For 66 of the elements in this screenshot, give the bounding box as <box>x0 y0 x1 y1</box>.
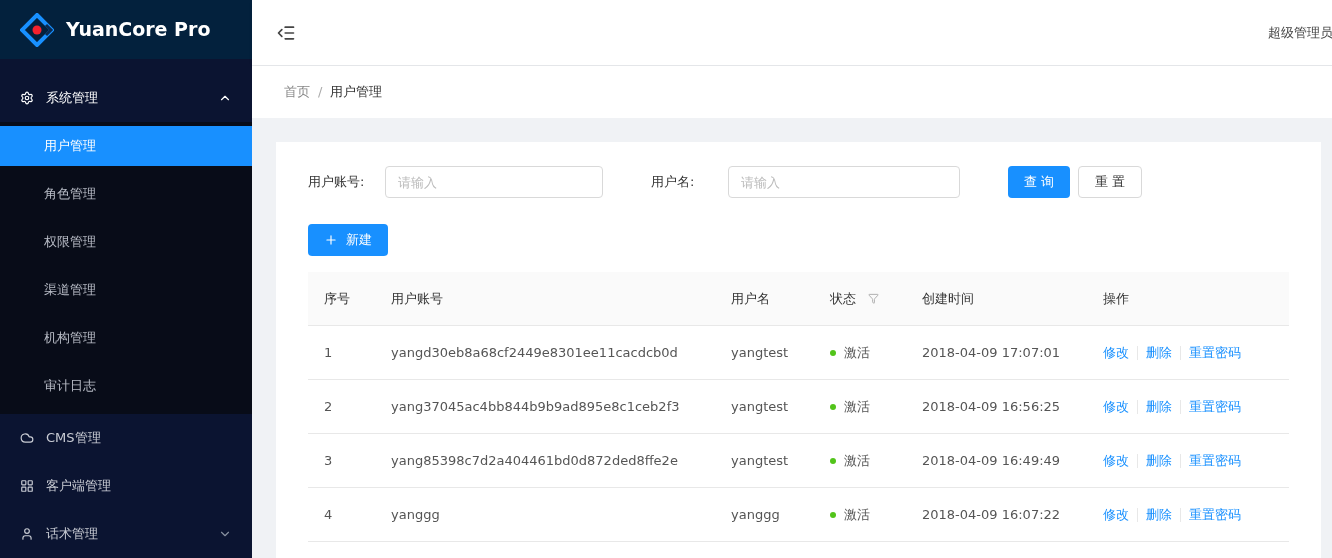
status-text: 激活 <box>844 451 870 470</box>
create-button[interactable]: 新建 <box>308 224 388 256</box>
table-cell-text: 2018-04-09 16:56:25 <box>921 397 1062 416</box>
table-cell-text: 2 <box>323 397 334 416</box>
text-field[interactable]: 请输入 <box>728 166 960 198</box>
gear-icon <box>20 91 34 105</box>
action-link[interactable]: 删除 <box>1146 396 1172 417</box>
table-cell-text: yang85398c7d2a404461bd0d872ded8ffe2e <box>390 451 679 470</box>
user-name[interactable]: 超级管理员 <box>1268 22 1332 43</box>
filter-label: 用户账号: <box>308 173 366 192</box>
action-link[interactable]: 修改 <box>1103 450 1129 471</box>
action-link[interactable]: 重置密码 <box>1189 504 1241 525</box>
column-header: 用户账号 <box>391 289 443 308</box>
action-link[interactable]: 删除 <box>1146 342 1172 363</box>
cloud-icon <box>20 431 34 445</box>
reset-button[interactable]: 重 置 <box>1078 166 1143 198</box>
table-cell-text: 2018-04-09 16:07:22 <box>921 505 1062 524</box>
table-cell-text: 2018-04-09 17:07:01 <box>921 343 1062 362</box>
table-cell-text: yangtest <box>730 343 790 362</box>
table-cell-text: 1 <box>323 343 334 362</box>
status-text: 激活 <box>844 343 870 362</box>
grid-icon <box>20 479 34 493</box>
table-cell-text: yangtest <box>730 397 790 416</box>
table-cell-text: 4 <box>323 505 334 524</box>
action-link[interactable]: 重置密码 <box>1189 450 1241 471</box>
column-header: 状态 <box>830 289 856 308</box>
user-icon <box>20 527 34 541</box>
submenu-item[interactable]: 审计日志 <box>0 366 252 406</box>
table-cell-text: yang37045ac4bb844b9b9ad895e8c1ceb2f3 <box>390 397 681 416</box>
column-header: 操作 <box>1103 289 1129 308</box>
column-header: 序号 <box>324 289 350 308</box>
breadcrumb-separator: / <box>318 83 323 102</box>
menu-item[interactable]: CMS管理 <box>0 414 252 462</box>
submenu-item[interactable]: 角色管理 <box>0 174 252 214</box>
plus-icon <box>324 233 338 247</box>
table-cell-text: yangtest <box>730 451 790 470</box>
table-cell-text: yanggg <box>730 505 781 524</box>
action-link[interactable]: 删除 <box>1146 450 1172 471</box>
action-link[interactable]: 重置密码 <box>1189 396 1241 417</box>
status-text: 激活 <box>844 505 870 524</box>
text-field[interactable]: 请输入 <box>385 166 603 198</box>
status-text: 激活 <box>844 397 870 416</box>
submenu-item[interactable]: 机构管理 <box>0 318 252 358</box>
brand-title: YuanCore Pro <box>66 17 211 43</box>
breadcrumb-item: 用户管理 <box>330 83 383 102</box>
table-cell-text: yangd30eb8a68cf2449e8301ee11cacdcb0d <box>390 343 679 362</box>
column-header: 创建时间 <box>922 289 974 308</box>
action-link[interactable]: 修改 <box>1103 504 1129 525</box>
action-link[interactable]: 修改 <box>1103 396 1129 417</box>
logo-icon <box>20 12 54 47</box>
submenu-item[interactable]: 渠道管理 <box>0 270 252 310</box>
action-link[interactable]: 重置密码 <box>1189 342 1241 363</box>
search-button[interactable]: 查 询 <box>1008 166 1071 198</box>
menu-item[interactable]: 系统管理 <box>0 74 252 122</box>
action-link[interactable]: 删除 <box>1146 504 1172 525</box>
column-header: 用户名 <box>731 289 770 308</box>
table-cell-text: 3 <box>323 451 334 470</box>
menu-item[interactable]: 客户端管理 <box>0 462 252 510</box>
submenu-item[interactable]: 权限管理 <box>0 222 252 262</box>
action-link[interactable]: 修改 <box>1103 342 1129 363</box>
breadcrumb-item[interactable]: 首页 <box>284 82 310 102</box>
table-cell-text: 2018-04-09 16:49:49 <box>921 451 1062 470</box>
table-cell-text: yanggg <box>390 505 441 524</box>
filter-label: 用户名: <box>651 173 696 192</box>
submenu-item[interactable]: 用户管理 <box>0 126 252 166</box>
menu-item[interactable]: 话术管理 <box>0 510 252 558</box>
